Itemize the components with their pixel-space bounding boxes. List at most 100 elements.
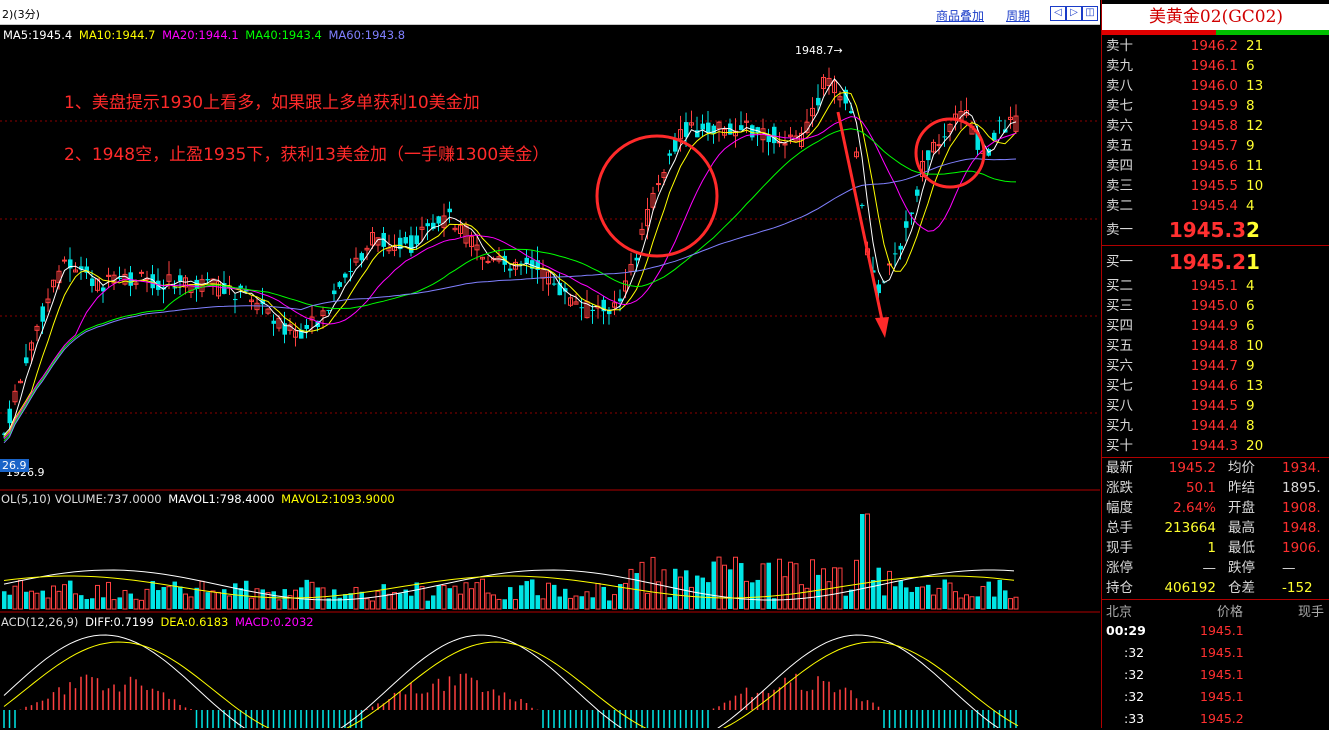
bid-row[interactable]: 买三 1945.0 6 bbox=[1102, 296, 1329, 316]
ask-row[interactable]: 卖十 1946.2 21 bbox=[1102, 36, 1329, 56]
candle-body bbox=[524, 257, 529, 264]
ask-row[interactable]: 卖一 1945.3 2 bbox=[1102, 220, 1329, 240]
macd-indicator-name: ACD(12,26,9) bbox=[1, 615, 79, 629]
ask-row-vol: 12 bbox=[1246, 118, 1264, 134]
volume-bar bbox=[1003, 590, 1008, 609]
volume-bar bbox=[766, 562, 771, 609]
ask-row[interactable]: 卖五 1945.7 9 bbox=[1102, 136, 1329, 156]
candle-body bbox=[485, 260, 491, 263]
volume-bar bbox=[882, 595, 887, 609]
ask-row-label: 卖十 bbox=[1106, 38, 1133, 54]
candle-body bbox=[178, 275, 183, 281]
annotation-line-1: 1、美盘提示1930上看多，如果跟上多单获利10美金加 bbox=[64, 93, 480, 113]
volume-bar bbox=[716, 556, 722, 610]
tick-row: :33 1945.2 bbox=[1102, 708, 1329, 730]
volume-bar bbox=[485, 592, 491, 610]
bid-row[interactable]: 买四 1944.9 6 bbox=[1102, 316, 1329, 336]
volume-bar bbox=[79, 595, 84, 609]
volume-bar bbox=[139, 599, 144, 610]
ask-row-price: 1945.6 bbox=[1190, 158, 1238, 174]
diff-value: DIFF:0.7199 bbox=[85, 615, 154, 629]
ask-row-price: 1945.8 bbox=[1190, 118, 1238, 134]
stat-v1: 50.1 bbox=[1185, 480, 1216, 496]
volume-bar bbox=[557, 596, 562, 609]
volume-bar bbox=[601, 586, 606, 609]
bid-row[interactable]: 买九 1944.4 8 bbox=[1102, 416, 1329, 436]
bid-row[interactable]: 买一 1945.2 1 bbox=[1102, 252, 1329, 272]
quote-panel: 美黄金02(GC02) 卖十 1946.2 21 卖九 1946.1 6 卖八 1946.0 1… bbox=[1101, 0, 1329, 728]
ask-row[interactable]: 卖九 1946.1 6 bbox=[1102, 56, 1329, 76]
volume-bar bbox=[546, 582, 551, 610]
ma10-legend: MA10:1944.7 bbox=[78, 28, 156, 42]
candle-body bbox=[304, 325, 309, 329]
volume-indicator-name: OL(5,10) bbox=[1, 492, 52, 506]
annotation-circle-1 bbox=[595, 134, 719, 258]
volume-bar bbox=[722, 564, 727, 610]
volume-bar bbox=[843, 595, 848, 609]
volume-bar bbox=[144, 588, 150, 610]
ticks-header-price: 价格 bbox=[1217, 605, 1244, 620]
stat-v1: 2.64% bbox=[1173, 500, 1216, 516]
bid-row-price: 1945.1 bbox=[1190, 278, 1238, 294]
volume-bar bbox=[409, 595, 414, 609]
volume-bar bbox=[188, 596, 194, 610]
volume-bar bbox=[612, 594, 617, 610]
volume-bar bbox=[244, 580, 249, 609]
stat-l1: 持仓 bbox=[1106, 580, 1133, 596]
candle-body bbox=[7, 408, 12, 424]
candle-body bbox=[205, 279, 210, 281]
volume-bar bbox=[876, 567, 881, 609]
volume-bar bbox=[496, 598, 502, 610]
tick-time: :32 bbox=[1124, 645, 1145, 660]
ask-row-label: 卖一 bbox=[1106, 222, 1133, 238]
candle-body bbox=[233, 298, 238, 301]
ask-row[interactable]: 卖八 1946.0 13 bbox=[1102, 76, 1329, 96]
volume-bar bbox=[441, 585, 447, 610]
bid-row[interactable]: 买八 1944.5 9 bbox=[1102, 396, 1329, 416]
candle-body bbox=[590, 309, 595, 311]
stat-l1: 总手 bbox=[1106, 520, 1133, 536]
volume-bar bbox=[953, 591, 958, 610]
bid-row[interactable]: 买六 1944.7 9 bbox=[1102, 356, 1329, 376]
bid-row[interactable]: 买二 1945.1 4 bbox=[1102, 276, 1329, 296]
ask-row-label: 卖五 bbox=[1106, 138, 1133, 154]
ask-row-vol: 10 bbox=[1246, 178, 1264, 194]
bid-row[interactable]: 买七 1944.6 13 bbox=[1102, 376, 1329, 396]
ticks-header-vol: 现手 bbox=[1298, 605, 1325, 620]
volume-bar bbox=[920, 586, 925, 610]
volume-bar bbox=[975, 596, 980, 609]
volume-bar bbox=[414, 582, 419, 609]
ask-row-price: 1945.9 bbox=[1190, 98, 1238, 114]
volume-bar bbox=[535, 595, 540, 609]
volume-bar bbox=[684, 570, 689, 609]
volume-bar bbox=[969, 596, 975, 610]
diff-line bbox=[3, 634, 1000, 728]
bid-row[interactable]: 买五 1944.8 10 bbox=[1102, 336, 1329, 356]
candle-body bbox=[618, 298, 623, 302]
ask-row[interactable]: 卖四 1945.6 11 bbox=[1102, 156, 1329, 176]
volume-bar bbox=[871, 579, 876, 609]
ask-row[interactable]: 卖三 1945.5 10 bbox=[1102, 176, 1329, 196]
ask-row-price: 1945.5 bbox=[1190, 178, 1238, 194]
mavol1-value: MAVOL1:798.4000 bbox=[168, 492, 275, 506]
stat-v2: 1934. bbox=[1282, 460, 1321, 476]
ask-row[interactable]: 卖六 1945.8 12 bbox=[1102, 116, 1329, 136]
volume-bar bbox=[926, 584, 931, 609]
volume-bar bbox=[304, 579, 309, 609]
stat-v1: 213664 bbox=[1164, 520, 1216, 536]
tick-time: :32 bbox=[1124, 689, 1145, 704]
ask-row[interactable]: 卖七 1945.9 8 bbox=[1102, 96, 1329, 116]
volume-bar bbox=[816, 574, 821, 609]
ma-legend: MA5:1945.4 MA10:1944.7 MA20:1944.1 MA40:… bbox=[3, 28, 405, 42]
stat-l2: 均价 bbox=[1228, 460, 1255, 476]
bid-row[interactable]: 买十 1944.3 20 bbox=[1102, 436, 1329, 456]
volume-bar bbox=[568, 597, 573, 610]
volume-bar bbox=[447, 588, 452, 609]
tick-price: 1945.2 bbox=[1200, 711, 1244, 726]
volume-bar bbox=[915, 586, 920, 609]
volume-bar bbox=[111, 599, 117, 610]
candle-body bbox=[860, 204, 865, 206]
volume-bar bbox=[45, 597, 51, 610]
ask-row[interactable]: 卖二 1945.4 4 bbox=[1102, 196, 1329, 216]
bid-row-label: 买三 bbox=[1106, 298, 1133, 314]
